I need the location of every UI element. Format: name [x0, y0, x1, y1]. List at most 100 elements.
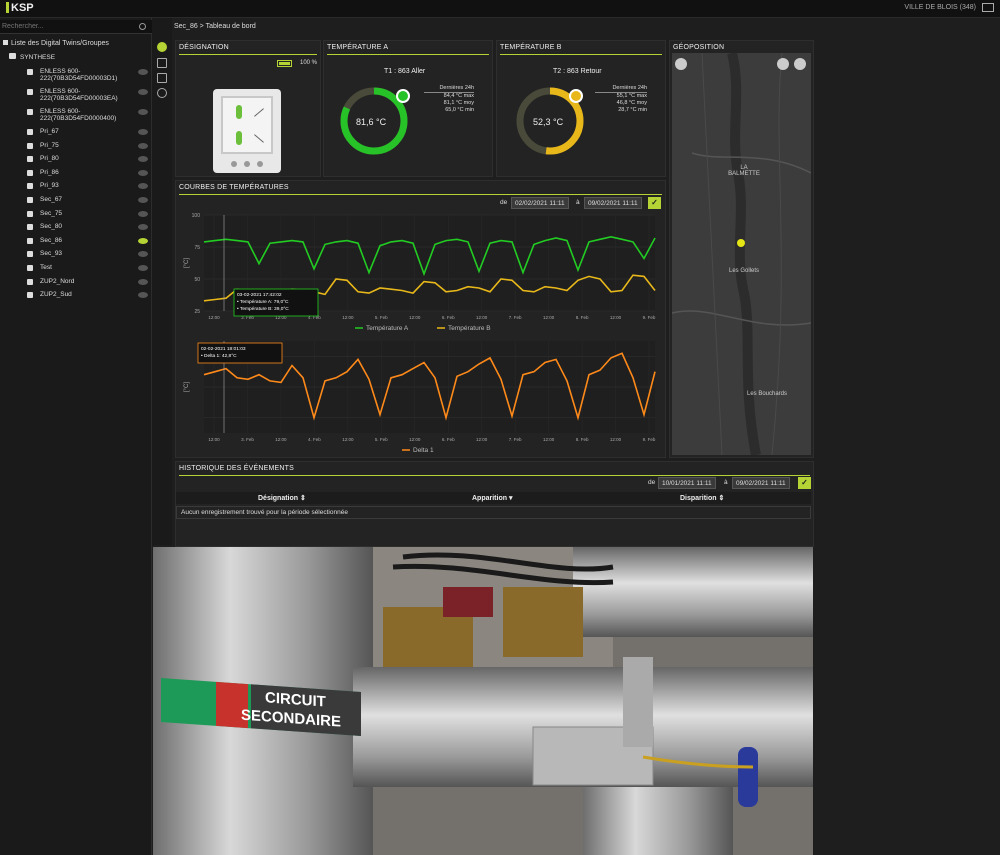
tree-item-text: Pri_67	[40, 128, 59, 135]
column-header[interactable]: Disparition ⇕	[680, 494, 724, 502]
eye-icon[interactable]	[138, 156, 148, 163]
tree-item[interactable]: Pri_75	[0, 140, 152, 154]
eye-icon[interactable]	[138, 142, 148, 149]
eye-icon[interactable]	[138, 69, 148, 75]
device-screen	[221, 96, 273, 154]
apply-dates-button[interactable]: ✓	[798, 477, 811, 489]
tooltip-box	[197, 342, 283, 364]
tree-item[interactable]: Pri_93	[0, 180, 152, 194]
column-header[interactable]: Désignation ⇕	[258, 494, 306, 502]
place-label: LA BALMETTE	[728, 165, 760, 177]
x-tick-label: 3. Feb	[241, 437, 254, 442]
eye-icon[interactable]	[138, 196, 148, 203]
tree-item[interactable]: Sec_67	[0, 194, 152, 208]
to-date-input[interactable]: 09/02/2021 11:11	[732, 477, 790, 489]
stat-max: 55,1 °C max	[616, 93, 647, 99]
monitor-icon[interactable]	[982, 3, 994, 12]
x-tick-label: 12:00	[476, 315, 488, 320]
eye-icon[interactable]	[138, 292, 148, 299]
apply-dates-button[interactable]: ✓	[648, 197, 661, 209]
eye-icon[interactable]	[138, 251, 148, 258]
search-icon[interactable]	[139, 23, 146, 30]
temperature-chart: 100755025[°C]12:00 3. Feb 12:00 4. Feb 12:00…	[184, 213, 656, 332]
cube-icon	[27, 196, 33, 203]
tree-item-text: Pri_93	[40, 182, 59, 190]
dashboard-icon[interactable]	[157, 42, 167, 52]
cube-icon	[27, 129, 33, 135]
tree-item[interactable]: Sec_86	[0, 235, 152, 249]
clock-icon[interactable]	[157, 88, 167, 98]
tree-item-text: Pri_75	[40, 141, 59, 149]
temperature-b-panel: TEMPÉRATURE B T2 : 863 Retour 52,3 °C De…	[496, 40, 666, 177]
tree-item-text: Sec_86	[40, 236, 63, 244]
eye-icon[interactable]	[138, 224, 148, 231]
tree-item-label: Pri_93	[40, 182, 59, 189]
cube-icon	[27, 264, 33, 271]
tree-group[interactable]: SYNTHESE	[9, 53, 55, 61]
tree-root-text: Liste des Digital Twins/Groupes	[11, 40, 109, 47]
to-date-input[interactable]: 09/02/2021 11:11	[584, 197, 642, 209]
eye-icon[interactable]	[138, 237, 148, 244]
eye-icon[interactable]	[138, 89, 148, 95]
eye-icon[interactable]	[138, 169, 148, 176]
eye-icon[interactable]	[138, 264, 148, 271]
eye-icon[interactable]	[138, 183, 148, 190]
eye-icon[interactable]	[138, 109, 148, 115]
column-label: Désignation	[258, 495, 299, 502]
tree-item-text: ZUP2_Nord	[40, 277, 75, 285]
arrow-up-icon	[254, 108, 264, 117]
x-tick-label: 12:00	[409, 437, 421, 442]
column-label: Disparition	[680, 495, 717, 502]
app-logo[interactable]: KSP	[6, 2, 34, 14]
eye-icon[interactable]	[138, 210, 148, 217]
tree-item[interactable]: Pri_80	[0, 153, 152, 167]
column-header[interactable]: Apparition ▾	[472, 494, 512, 502]
person-icon[interactable]	[777, 58, 789, 70]
tree-item[interactable]: ENLESS 600- 222(70B3D54FD00003D1)	[0, 66, 152, 86]
map[interactable]: LA BALMETTE Les Gollets Les Bouchards	[672, 53, 811, 455]
y-tick-label: 50	[194, 277, 200, 283]
thermometer-icon	[236, 105, 242, 119]
tree-item[interactable]: Pri_67	[0, 126, 152, 140]
tree-item[interactable]: Sec_75	[0, 208, 152, 222]
tree-item[interactable]: Sec_93	[0, 248, 152, 262]
panel-title: TEMPÉRATURE B	[500, 44, 562, 51]
x-tick-label: 9. Feb	[643, 437, 656, 442]
tree-item[interactable]: Test	[0, 262, 152, 276]
designation-panel: DÉSIGNATION 100 %	[175, 40, 321, 177]
from-date-input[interactable]: 10/01/2021 11:11	[658, 477, 716, 489]
to-label: à	[724, 479, 728, 486]
menu-icon[interactable]	[675, 58, 687, 70]
tree-item[interactable]: ZUP2_Sud	[0, 289, 152, 303]
layers-icon[interactable]	[794, 58, 806, 70]
stat-min: 65,0 °C min	[445, 107, 474, 113]
battery-icon	[277, 60, 292, 67]
tree-item[interactable]: ENLESS 600- 222(70B3D54FD00003EA)	[0, 86, 152, 106]
sliders-icon[interactable]	[157, 73, 167, 83]
sensor-name: T1 : 863 Aller	[384, 68, 426, 75]
tree-item[interactable]: ZUP2_Nord	[0, 276, 152, 290]
eye-icon[interactable]	[138, 129, 148, 135]
x-tick-label: 12:00	[610, 315, 622, 320]
eye-icon[interactable]	[138, 278, 148, 285]
tree-item-text: ENLESS 600-	[40, 88, 81, 95]
bar-chart-icon[interactable]	[157, 58, 167, 68]
title-underline	[179, 194, 662, 195]
stats-24h: Dernières 24h 84,4 °C max 81,1 °C moy 65…	[424, 85, 474, 114]
panel-title: DÉSIGNATION	[179, 44, 229, 51]
tree-item-text: Test	[40, 263, 52, 271]
city-label[interactable]: VILLE DE BLOIS (348)	[904, 4, 976, 11]
location-marker[interactable]	[737, 239, 745, 247]
tree-item[interactable]: Pri_86	[0, 167, 152, 181]
tree-list: ENLESS 600- 222(70B3D54FD00003D1) ENLESS 6…	[0, 66, 152, 303]
y-tick-label: 75	[194, 245, 200, 251]
tree-root-label[interactable]: Liste des Digital Twins/Groupes	[3, 40, 109, 47]
from-date-input[interactable]: 02/02/2021 11:11	[511, 197, 569, 209]
thermometer-icon	[236, 131, 242, 145]
tree-item-text: ENLESS 600-	[40, 108, 81, 115]
cube-icon	[27, 237, 33, 244]
tree-item-label: Pri_86	[40, 169, 59, 176]
tree-item[interactable]: Sec_80	[0, 221, 152, 235]
tree-item[interactable]: ENLESS 600- 222(70B3D54FD0000400)	[0, 106, 152, 126]
search-input[interactable]	[0, 20, 130, 33]
